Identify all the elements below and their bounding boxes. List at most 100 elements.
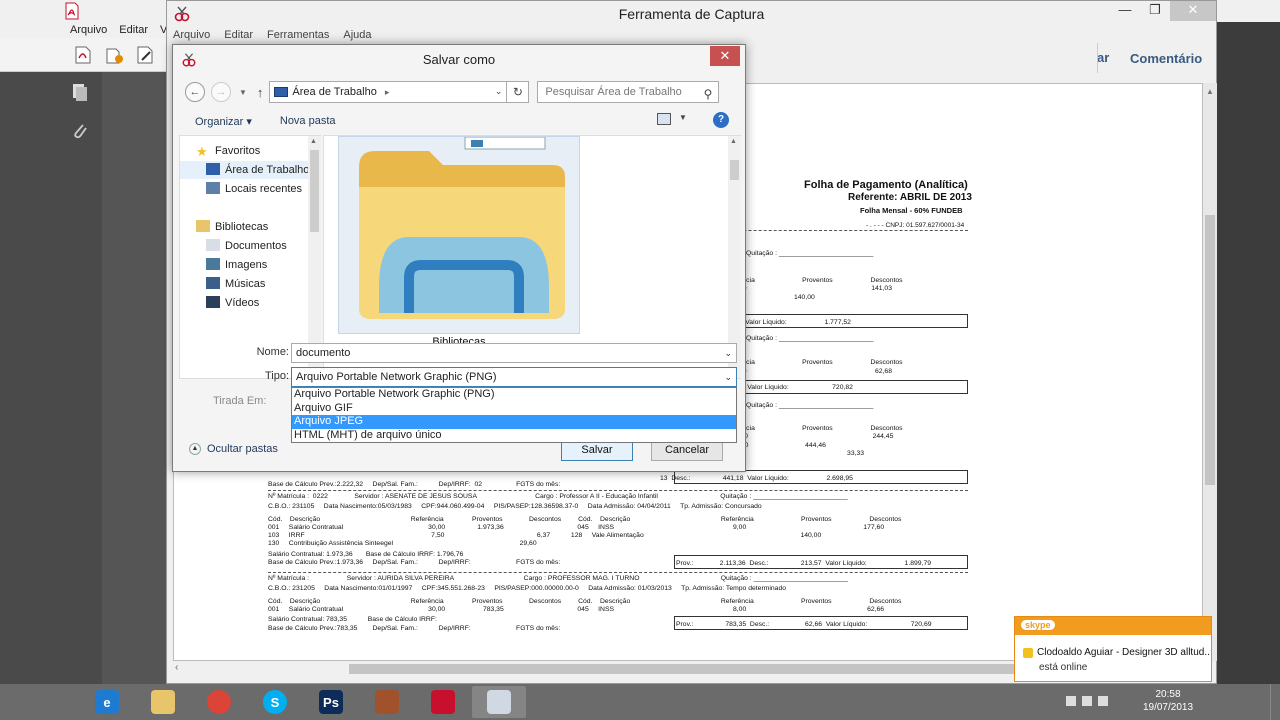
tree-item[interactable]: Bibliotecas (180, 218, 308, 236)
doc-line: Referência Proventos Descontos (722, 425, 903, 432)
address-dropdown-chevron-icon[interactable]: ⌄ (495, 86, 503, 97)
navigation-bar: ← → ▼ ↑ Área de Trabalho ▸ ⌄ ↻ Pesquisar… (179, 77, 741, 107)
internet-explorer-icon: e (95, 690, 119, 714)
taskbar-app[interactable] (472, 686, 526, 718)
acrobat-menu-edit[interactable]: Editar (119, 24, 148, 36)
contact-status: está online (1039, 662, 1088, 673)
tree-item[interactable]: Área de Trabalho (180, 161, 308, 179)
tree-item[interactable]: Vídeos (180, 294, 308, 312)
taskbar-app[interactable]: S (248, 686, 302, 718)
taskbar-app[interactable] (416, 686, 470, 718)
edit-pdf-icon[interactable] (134, 44, 156, 66)
file-type-select[interactable]: Arquivo Portable Network Graphic (PNG) ⌄ (291, 367, 737, 387)
minimize-button[interactable]: — (1110, 1, 1140, 21)
file-type-value: Arquivo Portable Network Graphic (PNG) (296, 371, 497, 383)
breadcrumb-chevron-icon[interactable]: ▸ (385, 87, 390, 98)
skype-logo: skype (1021, 620, 1055, 630)
file-type-option[interactable]: Arquivo JPEG (292, 415, 736, 429)
window-controls: — ❐ ✕ (1110, 1, 1216, 21)
new-folder-button[interactable]: Nova pasta (280, 115, 336, 127)
create-pdf-icon[interactable] (72, 44, 94, 66)
vertical-scroll-thumb[interactable] (1205, 215, 1215, 485)
horizontal-scroll-thumb[interactable] (349, 664, 1039, 674)
libraries-folder-tile[interactable] (338, 136, 580, 334)
tree-scroll-thumb[interactable] (310, 150, 319, 232)
recent-locations-chevron-icon[interactable]: ▼ (239, 88, 247, 97)
acrobat-menu-file[interactable]: Arquivo (70, 24, 107, 36)
tree-scroll-up-icon[interactable]: ▲ (310, 138, 317, 145)
tree-item-label: Músicas (225, 278, 266, 290)
skype-notification[interactable]: skype Clodoaldo Aguiar - Designer 3D all… (1014, 616, 1212, 682)
doc-line: 130 Contribuição Assistência Sinteegel 2… (268, 540, 537, 547)
attachments-icon[interactable] (70, 120, 90, 142)
file-type-option[interactable]: HTML (MHT) de arquivo único (292, 429, 736, 443)
tree-item[interactable]: Imagens (180, 256, 308, 274)
taskbar-app[interactable]: Ps (304, 686, 358, 718)
name-label: Nome: (256, 346, 289, 358)
tree-item[interactable]: Locais recentes (180, 180, 308, 198)
search-icon[interactable]: ⚲ (704, 84, 713, 104)
file-type-option[interactable]: Arquivo GIF (292, 402, 736, 416)
file-explorer-icon (151, 690, 175, 714)
file-name-input[interactable]: documento ⌄ (291, 343, 737, 363)
type-dropdown-chevron-icon[interactable]: ⌄ (724, 368, 732, 386)
tree-item[interactable]: Músicas (180, 275, 308, 293)
help-button[interactable]: ? (713, 112, 729, 128)
doc-line: 9,00 141,03 (722, 285, 892, 292)
hide-folders-button[interactable]: ▲ Ocultar pastas (189, 443, 278, 455)
close-window-button[interactable]: ✕ (1170, 1, 1216, 21)
tree-item[interactable]: Documentos (180, 237, 308, 255)
combine-pdf-icon[interactable] (104, 44, 126, 66)
doc-line: Referência Proventos Descontos (722, 359, 903, 366)
doc-line: Prov.: 783,35 Desc.: 62,66 Valor Líquido… (676, 621, 932, 628)
show-desktop-button[interactable] (1270, 684, 1280, 720)
pages-panel-icon[interactable] (70, 82, 90, 104)
doc-title: Folha de Pagamento (Analítica) (804, 179, 968, 191)
doc-line: Quitação : _________________________ (746, 402, 874, 409)
taskbar-clock[interactable]: 20:58 19/07/2013 (1138, 688, 1198, 714)
taskbar-app[interactable]: e (80, 686, 134, 718)
files-scrollbar[interactable]: ▲ ▼ (728, 136, 741, 378)
dialog-close-button[interactable]: ✕ (710, 46, 740, 66)
recent-places-icon (206, 182, 220, 194)
acrobat-toolbar (0, 38, 168, 72)
libraries-folder-icon (359, 137, 565, 319)
file-type-option[interactable]: Arquivo Portable Network Graphic (PNG) (292, 388, 736, 402)
tree-item[interactable]: ★ Favoritos (180, 142, 308, 160)
forward-button[interactable]: → (211, 82, 231, 102)
comment-button[interactable]: Comentário (1097, 43, 1217, 73)
search-box[interactable]: Pesquisar Área de Trabalho ⚲ (537, 81, 720, 104)
back-button[interactable]: ← (185, 82, 205, 102)
doc-line: 001 Salário Contratual 30,00 1.973,36 04… (268, 524, 885, 531)
file-type-dropdown-list: Arquivo Portable Network Graphic (PNG) Ar… (291, 387, 737, 443)
desktop-icon (274, 87, 289, 97)
taskbar-app[interactable] (136, 686, 190, 718)
organize-menu-button[interactable]: Organizar ▾ (195, 115, 252, 128)
doc-line: 13 Desc.: 441,18 Valor Líquido: 2.698,95 (660, 475, 853, 482)
tray-network-icon[interactable] (1082, 696, 1092, 706)
command-bar: Organizar ▾ Nova pasta ▼ ? (179, 109, 741, 133)
refresh-button[interactable]: ↻ (507, 81, 530, 103)
taskbar-app[interactable] (192, 686, 246, 718)
maximize-button[interactable]: ❐ (1140, 1, 1170, 21)
tray-flag-icon[interactable] (1066, 696, 1076, 706)
doc-divider (268, 572, 968, 573)
taskbar-app[interactable] (360, 686, 414, 718)
view-options-chevron-icon[interactable]: ▼ (679, 113, 687, 122)
type-label: Tipo: (264, 370, 289, 382)
dialog-title: Salvar como (422, 52, 496, 67)
tray-volume-icon[interactable] (1098, 696, 1108, 706)
files-scroll-up-icon[interactable]: ▲ (730, 138, 737, 145)
scroll-up-arrow-icon[interactable]: ▲ (1205, 87, 1215, 99)
doc-line: 103 IRRF 7,50 6,37 128 Vale Alimentação (268, 532, 822, 539)
snipping-tool-icon (487, 690, 511, 714)
canvas-vertical-scrollbar[interactable]: ▲ (1203, 83, 1217, 661)
tree-scrollbar[interactable]: ▲ ▼ (308, 136, 321, 378)
up-folder-arrow-icon[interactable]: ↑ (257, 85, 264, 100)
music-icon (206, 277, 220, 289)
address-bar[interactable]: Área de Trabalho ▸ ⌄ (269, 81, 508, 103)
scroll-left-arrow-icon[interactable]: ‹ (175, 662, 178, 673)
files-scroll-thumb[interactable] (730, 160, 739, 180)
change-view-icon[interactable] (657, 113, 671, 125)
name-dropdown-chevron-icon[interactable]: ⌄ (724, 344, 732, 362)
